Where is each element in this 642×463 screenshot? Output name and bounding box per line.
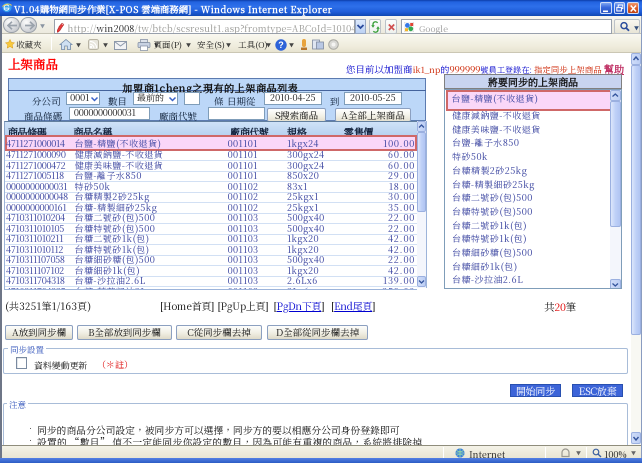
svg-text:?: ? xyxy=(278,40,284,50)
